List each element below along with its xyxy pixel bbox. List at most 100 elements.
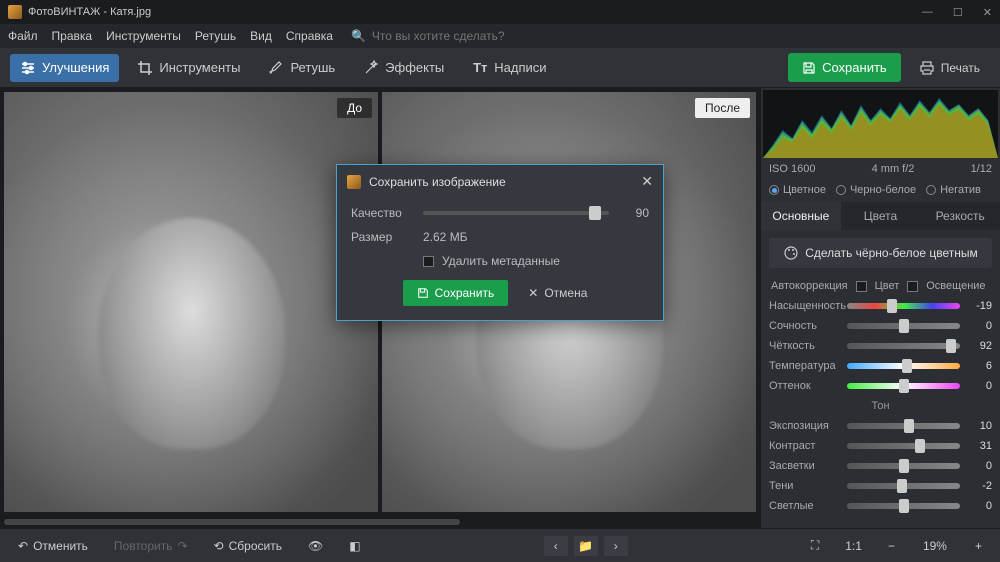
canvas-before[interactable]: До: [4, 92, 378, 512]
tab-label: Ретушь: [290, 60, 335, 75]
close-button[interactable]: ✕: [983, 6, 992, 19]
quality-slider[interactable]: [423, 211, 609, 215]
colorize-bw-button[interactable]: Сделать чёрно-белое цветным: [769, 238, 992, 268]
histogram[interactable]: [763, 90, 998, 158]
adjust-subtabs: Основные Цвета Резкость: [761, 202, 1000, 230]
tab-label: Улучшения: [42, 60, 109, 75]
tab-improvements[interactable]: Улучшения: [10, 54, 119, 82]
folder-icon: 📁: [578, 539, 593, 553]
redo-button[interactable]: Повторить ↷: [106, 535, 196, 557]
menu-view[interactable]: Вид: [250, 29, 272, 43]
title-bar: ФотоВИНТАЖ - Катя.jpg — ☐ ✕: [0, 0, 1000, 24]
tab-label: Надписи: [494, 60, 546, 75]
right-panel: ISO 1600 4 mm f/2 1/12 Цветное Черно-бел…: [760, 88, 1000, 528]
slider-shadows[interactable]: Тени -2: [769, 480, 992, 492]
zoom-out-button[interactable]: −: [880, 535, 903, 557]
menu-bar: Файл Правка Инструменты Ретушь Вид Справ…: [0, 24, 1000, 48]
menu-help[interactable]: Справка: [286, 29, 333, 43]
dialog-cancel-button[interactable]: ✕ Отмена: [518, 280, 597, 306]
fit-icon: ⛶: [811, 538, 819, 553]
tab-tools[interactable]: Инструменты: [127, 54, 250, 82]
prev-image-button[interactable]: ‹: [544, 536, 568, 556]
undo-icon: ↶: [18, 539, 28, 553]
save-button[interactable]: Сохранить: [788, 53, 901, 82]
autocorrection-row: Автокоррекция Цвет Освещение: [761, 276, 1000, 296]
slider-lights[interactable]: Светлые 0: [769, 500, 992, 512]
horizontal-scrollbar[interactable]: [0, 516, 760, 528]
bottom-bar: ↶ Отменить Повторить ↷ ⟲ Сбросить 👁 ◧ ‹ …: [0, 528, 1000, 562]
undo-button[interactable]: ↶ Отменить: [10, 535, 96, 557]
actual-size-button[interactable]: 1:1: [837, 535, 870, 557]
wand-icon: [363, 60, 379, 76]
remove-metadata-checkbox[interactable]: [423, 256, 434, 267]
color-mode-group: Цветное Черно-белое Негатив: [761, 178, 1000, 202]
printer-icon: [919, 60, 935, 76]
before-badge: До: [337, 98, 372, 118]
after-badge: После: [695, 98, 750, 118]
checkbox-light[interactable]: [907, 281, 918, 292]
slider-contrast[interactable]: Контраст 31: [769, 440, 992, 452]
reset-button[interactable]: ⟲ Сбросить: [206, 535, 290, 557]
slider-temperature[interactable]: Температура 6: [769, 360, 992, 372]
search-input[interactable]: [372, 29, 512, 43]
compare-button[interactable]: ◧: [341, 535, 368, 557]
app-icon: [347, 175, 361, 189]
radio-negative[interactable]: Негатив: [926, 184, 981, 196]
redo-icon: ↷: [177, 539, 187, 553]
next-image-button[interactable]: ›: [604, 536, 628, 556]
size-label: Размер: [351, 230, 413, 244]
slider-highlights[interactable]: Засветки 0: [769, 460, 992, 472]
text-icon: Tт: [472, 60, 488, 76]
print-button[interactable]: Печать: [909, 54, 990, 82]
subtab-sharp[interactable]: Резкость: [920, 202, 1000, 230]
app-icon: [8, 5, 22, 19]
quality-label: Качество: [351, 206, 413, 220]
save-icon: [802, 61, 816, 75]
zoom-level: 19%: [913, 539, 957, 553]
slider-vibrance[interactable]: Сочность 0: [769, 320, 992, 332]
tab-text[interactable]: Tт Надписи: [462, 54, 556, 82]
radio-color[interactable]: Цветное: [769, 184, 826, 196]
slider-tint[interactable]: Оттенок 0: [769, 380, 992, 392]
menu-file[interactable]: Файл: [8, 29, 38, 43]
subtab-main[interactable]: Основные: [761, 202, 841, 230]
brush-icon: [268, 60, 284, 76]
image-meta: ISO 1600 4 mm f/2 1/12: [761, 160, 1000, 178]
palette-icon: [783, 245, 799, 261]
radio-bw[interactable]: Черно-белое: [836, 184, 916, 196]
preview-button[interactable]: 👁: [300, 535, 331, 557]
size-value: 2.62 МБ: [423, 230, 468, 244]
save-icon: [417, 287, 429, 299]
menu-tools[interactable]: Инструменты: [106, 29, 181, 43]
tab-retouch[interactable]: Ретушь: [258, 54, 345, 82]
eye-icon: 👁: [308, 539, 323, 553]
slider-clarity[interactable]: Чёткость 92: [769, 340, 992, 352]
slider-saturation[interactable]: Насыщенность -19: [769, 300, 992, 312]
plus-icon: +: [975, 539, 982, 553]
dialog-title: Сохранить изображение: [369, 175, 506, 189]
minus-icon: −: [888, 539, 895, 553]
menu-edit[interactable]: Правка: [52, 29, 93, 43]
subtab-colors[interactable]: Цвета: [841, 202, 921, 230]
maximize-button[interactable]: ☐: [953, 6, 963, 19]
sliders-icon: [20, 60, 36, 76]
tab-effects[interactable]: Эффекты: [353, 54, 454, 82]
reset-icon: ⟲: [214, 539, 224, 553]
minimize-button[interactable]: —: [922, 6, 933, 19]
tab-label: Инструменты: [159, 60, 240, 75]
dialog-close-button[interactable]: ✕: [641, 173, 653, 190]
tab-label: Эффекты: [385, 60, 444, 75]
save-dialog: Сохранить изображение ✕ Качество 90 Разм…: [336, 164, 664, 321]
compare-icon: ◧: [349, 539, 360, 553]
window-title: ФотоВИНТАЖ - Катя.jpg: [28, 6, 151, 18]
crop-icon: [137, 60, 153, 76]
remove-metadata-label: Удалить метаданные: [442, 254, 560, 268]
menu-retouch[interactable]: Ретушь: [195, 29, 236, 43]
fit-screen-button[interactable]: ⛶: [803, 534, 827, 557]
quality-value: 90: [619, 206, 649, 220]
checkbox-color[interactable]: [856, 281, 867, 292]
browse-button[interactable]: 📁: [574, 536, 598, 556]
zoom-in-button[interactable]: +: [967, 535, 990, 557]
slider-exposure[interactable]: Экспозиция 10: [769, 420, 992, 432]
dialog-save-button[interactable]: Сохранить: [403, 280, 509, 306]
